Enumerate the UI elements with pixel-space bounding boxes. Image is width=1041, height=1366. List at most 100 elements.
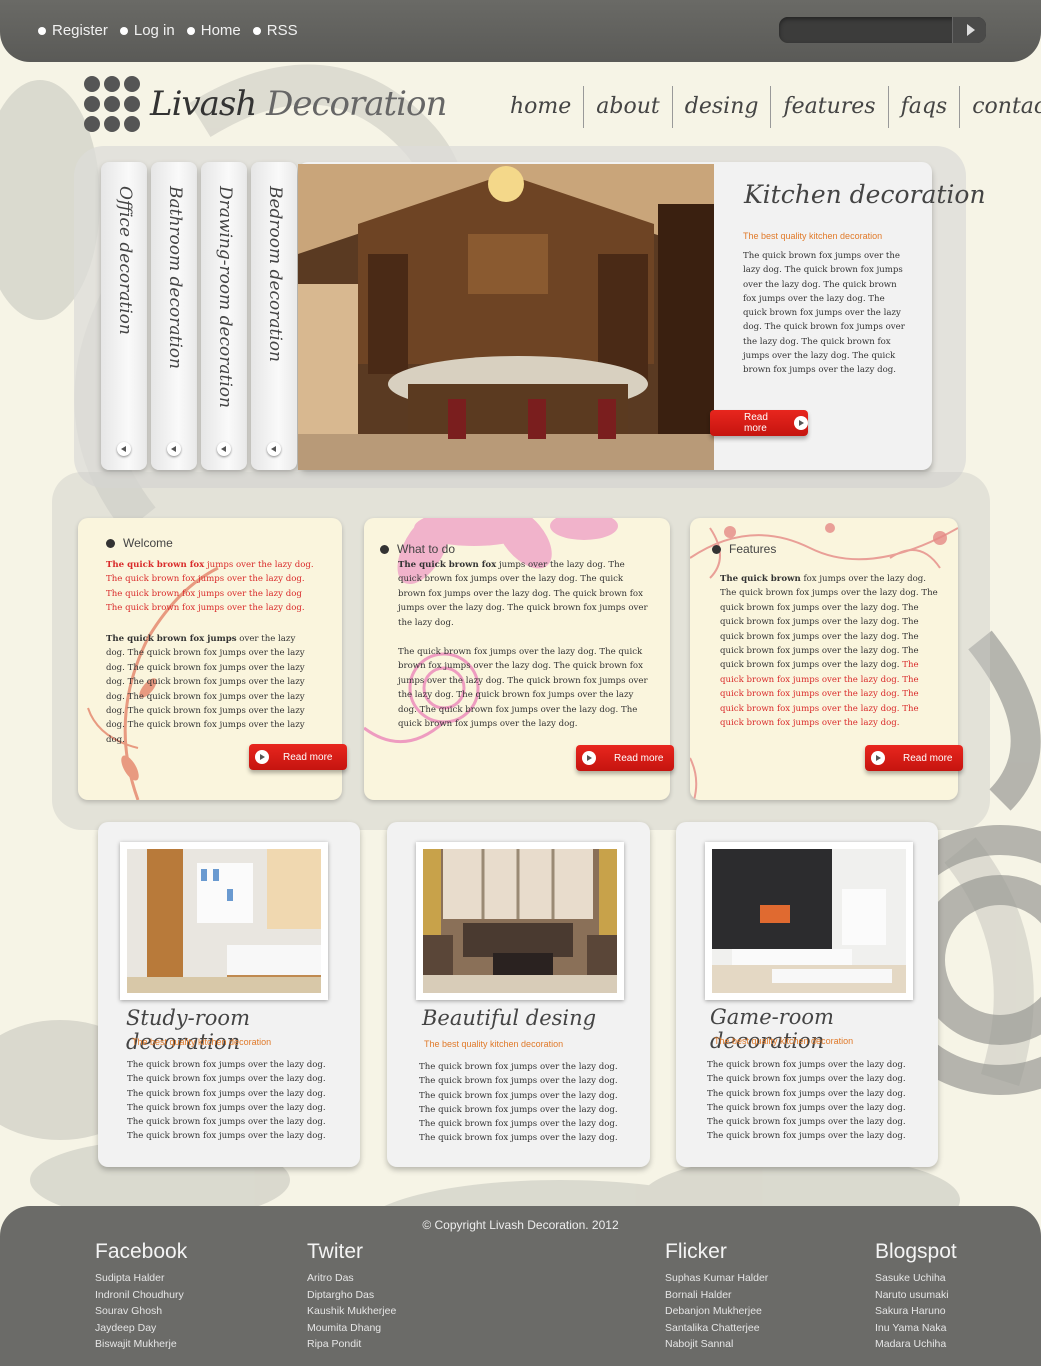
nav-home[interactable]: home	[498, 86, 583, 128]
footer-column-title: Facebook	[95, 1240, 188, 1263]
feature-subtitle: The best quality kitchen decoration	[743, 231, 883, 241]
box-paragraph-2: The quick brown fox jumps over the lazy …	[106, 634, 305, 745]
box-heading: Features	[712, 542, 776, 556]
read-more-label: Read more	[614, 752, 664, 764]
search-box	[779, 17, 986, 43]
card-subtitle: The best quality kitchen decoration	[424, 1039, 564, 1049]
tab-bedroom-decoration[interactable]: Bedroom decoration	[251, 162, 297, 470]
footer-link[interactable]: Jaydeep Day	[95, 1320, 187, 1337]
card-text: The quick brown fox jumps over the lazy …	[707, 1060, 906, 1142]
kitchen-photo	[298, 164, 714, 470]
features-read-more-button[interactable]: Read more	[865, 745, 963, 771]
what-to-do-read-more-button[interactable]: Read more	[576, 745, 674, 771]
home-link[interactable]: Home	[186, 22, 241, 39]
brand-name-part1: Livash	[150, 84, 257, 124]
copyright-text: © Copyright Livash Decoration. 2012	[422, 1218, 619, 1232]
card-text: The quick brown fox jumps over the lazy …	[127, 1060, 326, 1142]
footer-link[interactable]: Moumita Dhang	[307, 1320, 396, 1337]
arrow-left-icon[interactable]	[167, 442, 181, 456]
site-brand[interactable]: Livash Decoration	[150, 84, 447, 124]
brand-name-part2: Decoration	[266, 84, 447, 124]
card-study-room: Study-room decoration The best quality k…	[98, 822, 360, 1167]
footer-column-title: Blogspot	[875, 1240, 957, 1263]
bullet-icon	[186, 26, 195, 35]
box-paragraph-1: The quick brown fox jumps over the lazy …	[720, 574, 938, 729]
tab-drawing-room-decoration[interactable]: Drawing-room decoration	[201, 162, 247, 470]
footer-link[interactable]: Santalika Chatterjee	[665, 1320, 768, 1337]
bullet-icon	[380, 544, 389, 554]
bullet-icon	[106, 538, 115, 548]
box-paragraph-2: The quick brown fox jumps over the lazy …	[398, 647, 648, 730]
logo-icon[interactable]	[84, 76, 140, 132]
nav-desing[interactable]: desing	[671, 86, 771, 128]
card-beautiful-desing: Beautiful desing The best quality kitche…	[387, 822, 650, 1167]
footer-link[interactable]: Biswajit Mukherje	[95, 1336, 187, 1353]
nav-faqs[interactable]: faqs	[887, 86, 960, 128]
footer-link[interactable]: Sakura Haruno	[875, 1303, 957, 1320]
footer-column-facebook: Facebook Sudipta Halder Indronil Choudhu…	[95, 1240, 187, 1353]
read-more-label: Read more	[903, 752, 953, 764]
footer-link[interactable]: Bornali Halder	[665, 1287, 768, 1304]
arrow-left-icon[interactable]	[217, 442, 231, 456]
study-room-photo	[120, 842, 328, 1000]
tab-label: Bathroom decoration	[165, 186, 185, 369]
top-bar: Register Log in Home RSS	[0, 0, 1041, 62]
search-submit-button[interactable]	[952, 17, 986, 43]
rss-link[interactable]: RSS	[252, 22, 298, 39]
footer-column-twiter: Twiter Aritro Das Diptargho Das Kaushik …	[307, 1240, 396, 1353]
footer-link[interactable]: Madara Uchiha	[875, 1336, 957, 1353]
tab-label: Drawing-room decoration	[215, 186, 235, 408]
play-icon	[871, 751, 885, 765]
box-paragraph-1: The quick brown fox jumps over the lazy …	[106, 560, 314, 614]
footer-link[interactable]: Sasuke Uchiha	[875, 1270, 957, 1287]
card-subtitle: The best quality kitchen decoration	[132, 1037, 272, 1047]
footer-link[interactable]: Nabojit Sannal	[665, 1336, 768, 1353]
feature-text: The quick brown fox jumps over the lazy …	[743, 251, 905, 376]
tab-label: Office decoration	[115, 186, 135, 335]
footer-link[interactable]: Inu Yama Naka	[875, 1320, 957, 1337]
bullet-icon	[38, 26, 46, 35]
footer-link[interactable]: Kaushik Mukherjee	[307, 1303, 396, 1320]
footer-link[interactable]: Sudipta Halder	[95, 1270, 187, 1287]
footer-link[interactable]: Aritro Das	[307, 1270, 396, 1287]
footer-link[interactable]: Sourav Ghosh	[95, 1303, 187, 1320]
box-heading: Welcome	[106, 536, 173, 550]
feature-read-more-button[interactable]: Read more	[710, 410, 808, 436]
footer-link[interactable]: Suphas Kumar Halder	[665, 1270, 768, 1287]
play-icon	[582, 751, 596, 765]
nav-features[interactable]: features	[770, 86, 887, 128]
login-link[interactable]: Log in	[119, 22, 175, 39]
bullet-icon	[119, 26, 128, 35]
search-input[interactable]	[787, 20, 947, 40]
read-more-label: Read more	[744, 412, 768, 434]
play-icon	[255, 750, 269, 764]
footer-link[interactable]: Diptargho Das	[307, 1287, 396, 1304]
footer-link[interactable]: Ripa Pondit	[307, 1336, 396, 1353]
read-more-label: Read more	[283, 751, 333, 763]
living-room-photo	[416, 842, 624, 1000]
top-links: Register Log in Home RSS	[38, 22, 298, 39]
box-heading: What to do	[380, 542, 455, 556]
footer-column-title: Flicker	[665, 1240, 727, 1263]
bullet-icon	[712, 544, 721, 554]
nav-about[interactable]: about	[583, 86, 671, 128]
tab-bathroom-decoration[interactable]: Bathroom decoration	[151, 162, 197, 470]
bullet-icon	[252, 26, 261, 35]
arrow-left-icon[interactable]	[267, 442, 281, 456]
arrow-left-icon[interactable]	[117, 442, 131, 456]
welcome-read-more-button[interactable]: Read more	[249, 744, 347, 770]
card-subtitle: The best quality kitchen decoration	[714, 1036, 854, 1046]
footer-column-flicker: Flicker Suphas Kumar Halder Bornali Hald…	[665, 1240, 768, 1353]
tab-office-decoration[interactable]: Office decoration	[101, 162, 147, 470]
main-nav: home about desing features faqs contacts	[498, 86, 1041, 128]
register-link[interactable]: Register	[38, 22, 108, 39]
card-text: The quick brown fox jumps over the lazy …	[419, 1062, 618, 1144]
footer-link[interactable]: Naruto usumaki	[875, 1287, 957, 1304]
tab-label: Bedroom decoration	[265, 186, 285, 362]
footer-column-title: Twiter	[307, 1240, 364, 1263]
footer-link[interactable]: Debanjon Mukherjee	[665, 1303, 768, 1320]
card-game-room: Game-room decoration The best quality ki…	[676, 822, 938, 1167]
card-title: Beautiful desing	[422, 1006, 597, 1030]
footer-link[interactable]: Indronil Choudhury	[95, 1287, 187, 1304]
nav-contacts[interactable]: contacts	[959, 86, 1041, 128]
